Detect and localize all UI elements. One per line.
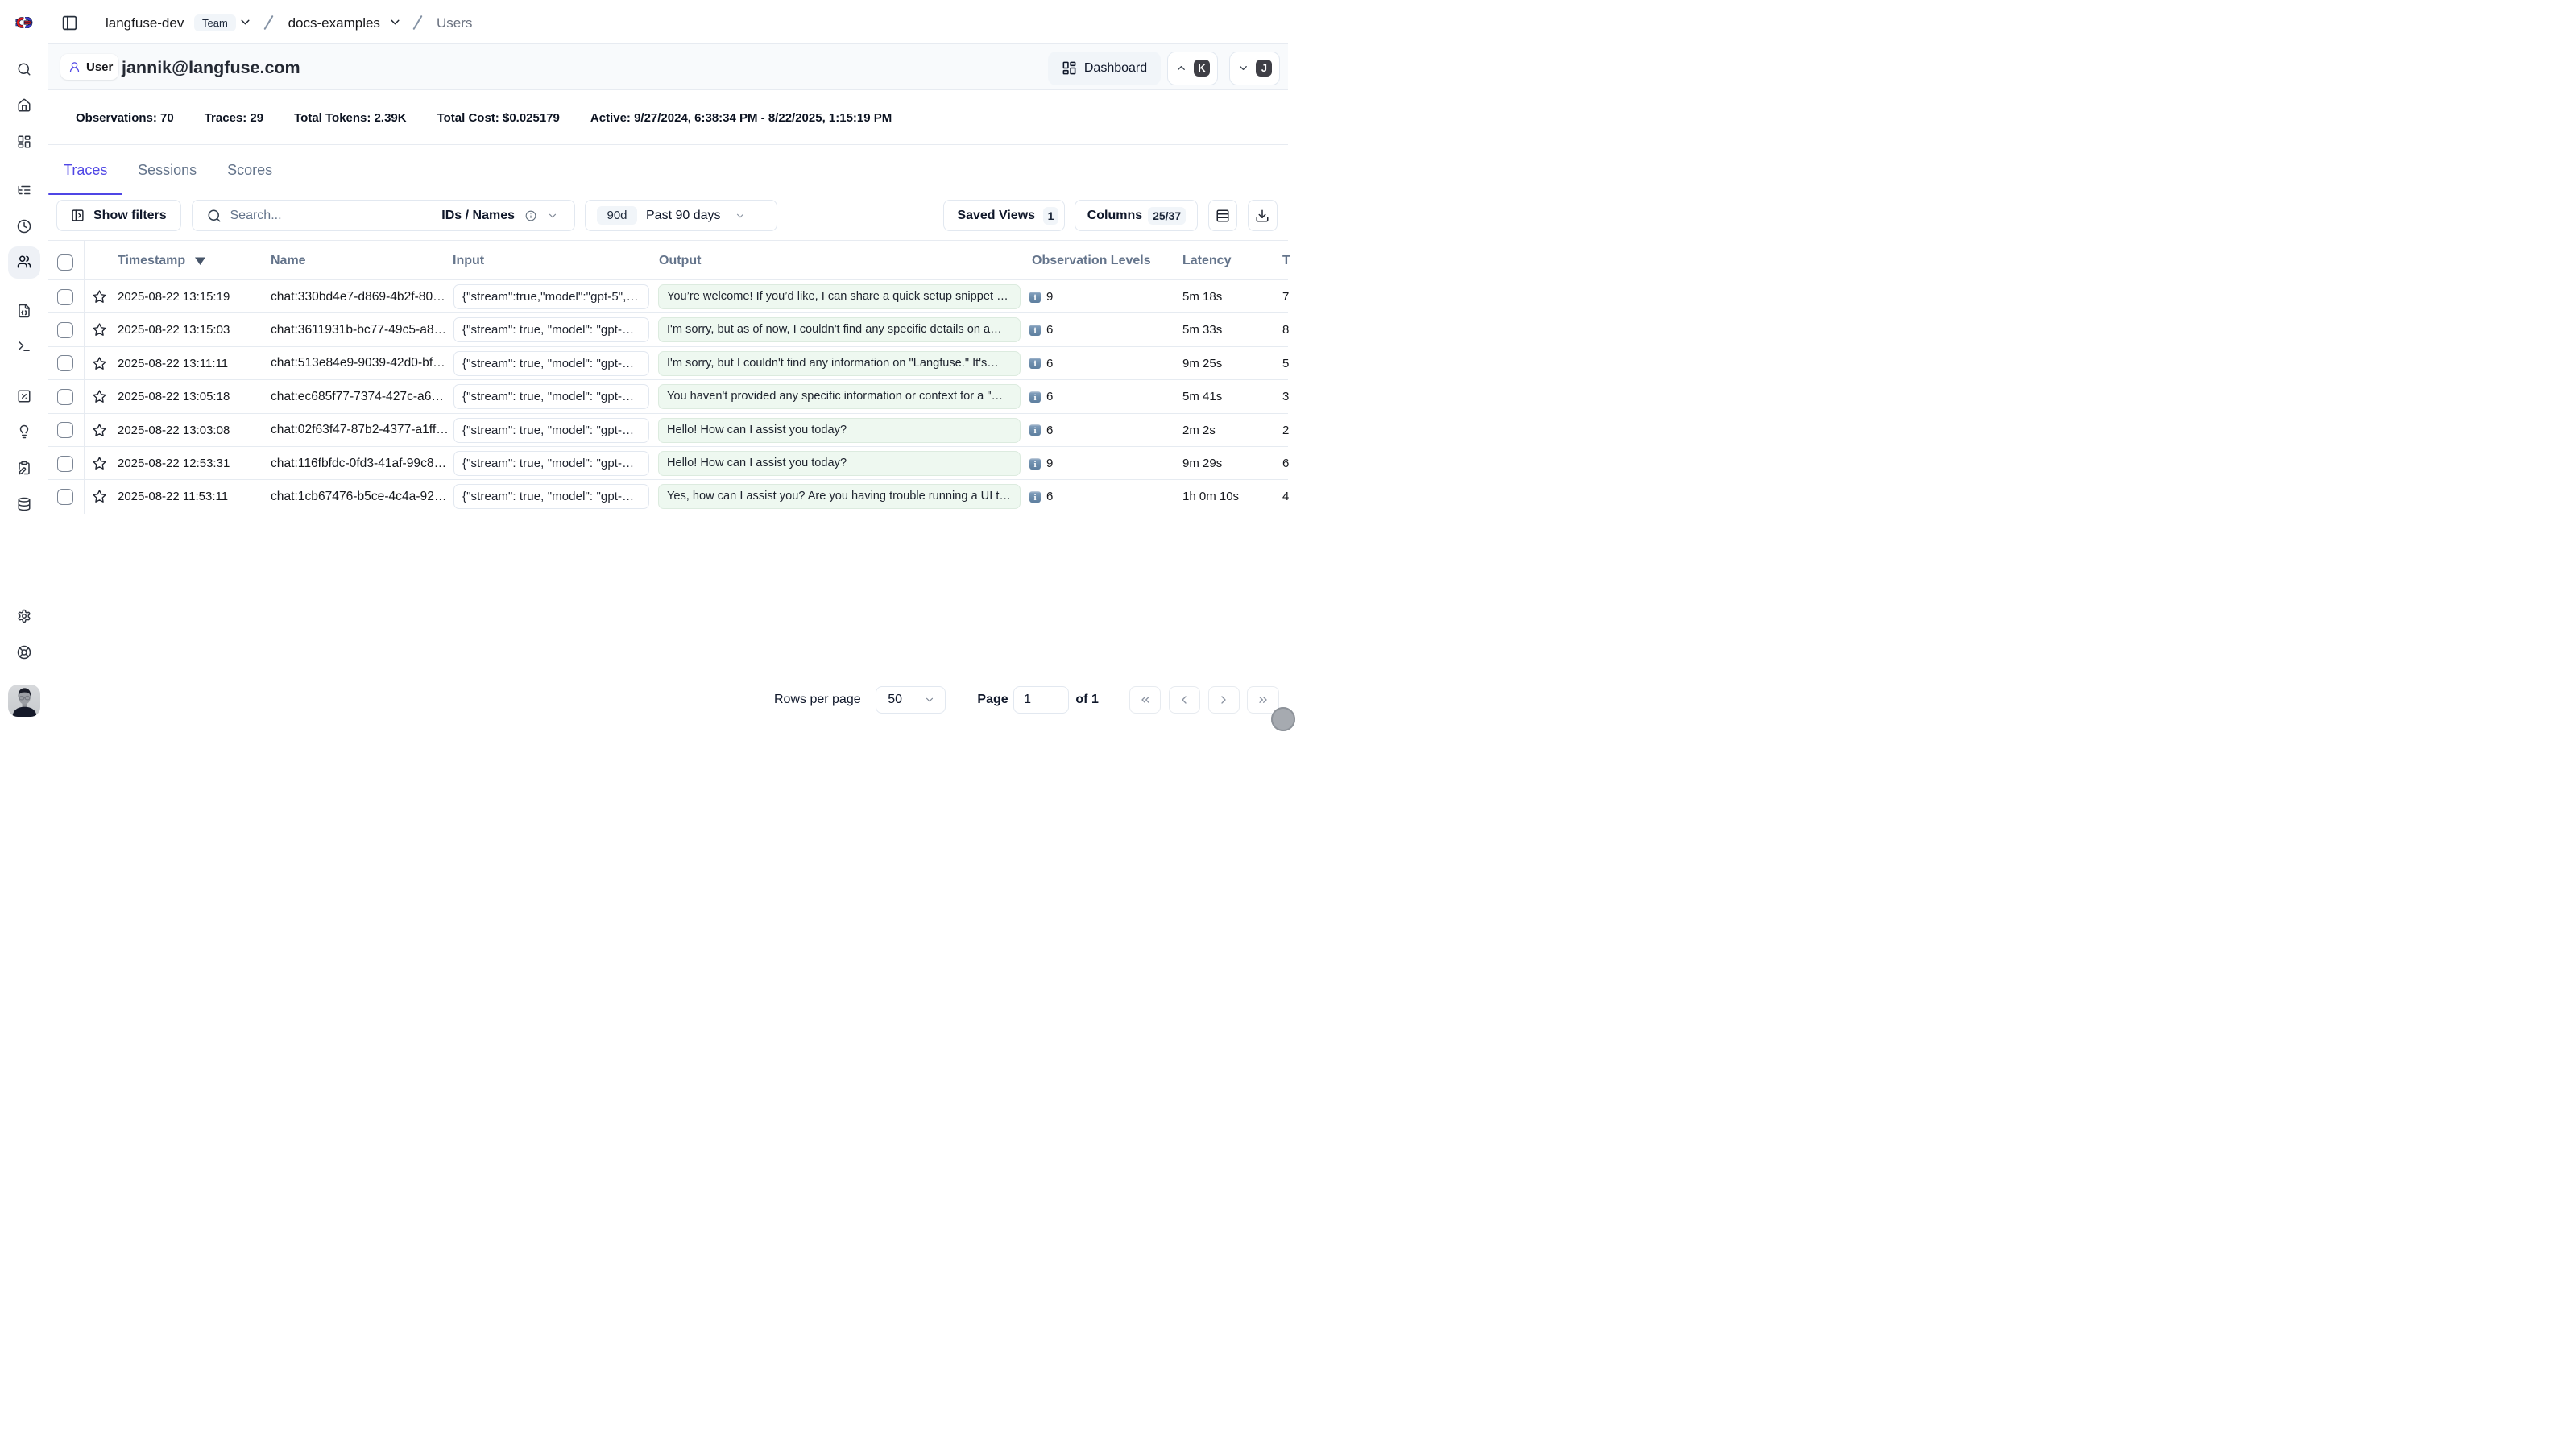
svg-text:i: i xyxy=(1034,460,1037,470)
svg-text:i: i xyxy=(1034,359,1037,369)
svg-text:i: i xyxy=(1034,393,1037,403)
svg-text:i: i xyxy=(1034,326,1037,336)
svg-text:i: i xyxy=(1034,493,1037,503)
svg-text:i: i xyxy=(1034,293,1037,303)
svg-text:i: i xyxy=(1034,426,1037,436)
